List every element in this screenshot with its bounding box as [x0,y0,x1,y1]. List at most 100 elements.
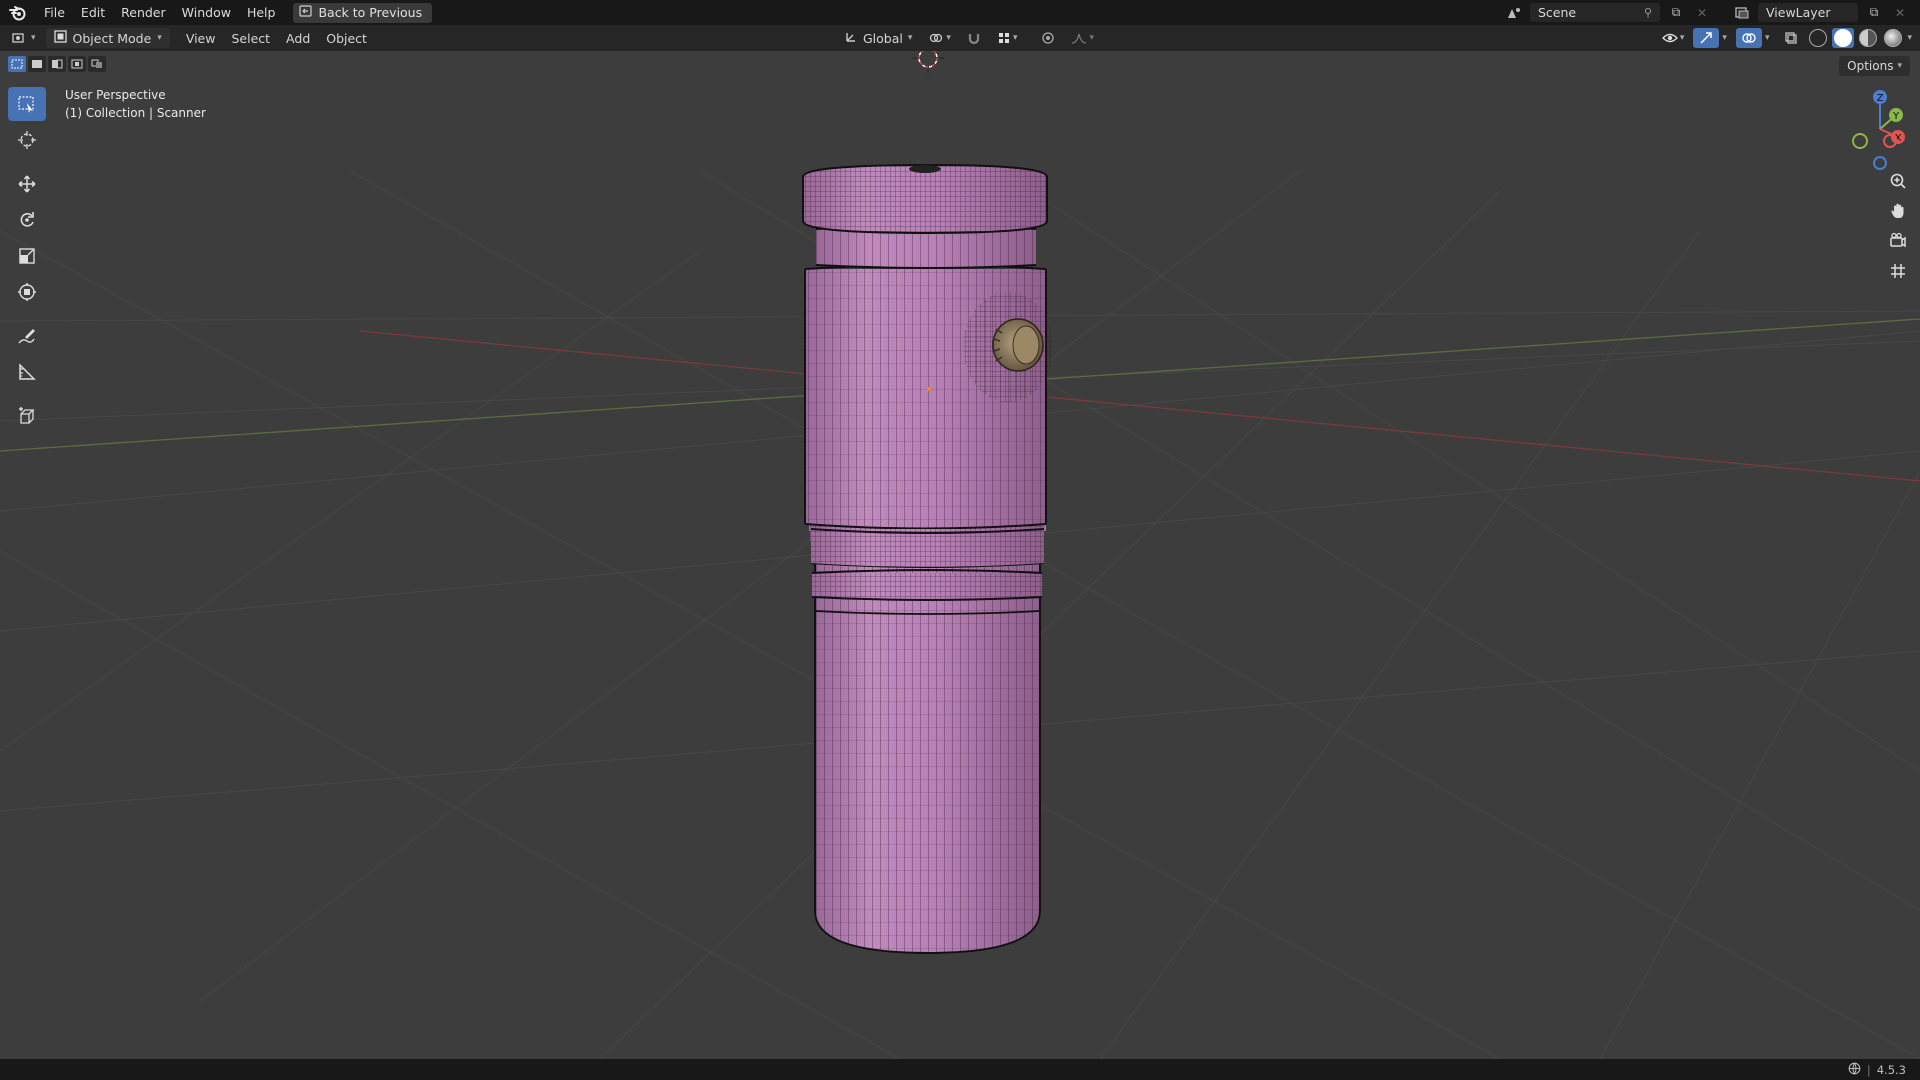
wireframe-shading-button[interactable] [1807,28,1829,48]
cursor-tool[interactable] [8,123,46,157]
menu-object[interactable]: Object [320,28,373,48]
select-extend-button[interactable] [28,56,46,72]
view-layer-name: ViewLayer [1766,5,1831,20]
zoom-icon[interactable] [1886,169,1910,193]
snap-toggle[interactable] [961,28,987,48]
select-box-tool[interactable] [8,87,46,121]
chevron-down-icon[interactable]: ▾ [1722,33,1727,43]
pivot-point-button[interactable]: ▾ [922,28,957,48]
3d-viewport[interactable]: User Perspective (1) Collection | Scanne… [0,51,1920,1059]
select-intersect-button[interactable] [88,56,106,72]
view-layer-selector[interactable]: ViewLayer [1758,3,1858,22]
gizmo-y-label: Y [1892,111,1900,122]
menu-window[interactable]: Window [174,0,239,25]
transform-icon [18,283,36,301]
annotate-tool[interactable] [8,319,46,353]
back-to-previous-label: Back to Previous [318,5,423,20]
delete-scene-icon[interactable]: ✕ [1692,3,1712,22]
select-subtract-button[interactable] [48,56,66,72]
snap-grid-icon [998,33,1009,43]
new-view-layer-icon[interactable]: ⧉ [1864,3,1884,22]
solid-shading-button[interactable] [1832,28,1855,48]
rotate-icon [20,212,34,227]
visibility-button[interactable]: ▾ [1656,28,1691,48]
gizmo-toggle[interactable] [1693,28,1720,48]
pan-hand-icon[interactable] [1886,199,1910,223]
xray-toggle[interactable] [1778,28,1804,48]
material-shading-button[interactable] [1857,28,1879,48]
version-separator: | [1866,1062,1871,1077]
menu-help[interactable]: Help [239,0,284,25]
solid-icon [1834,29,1853,47]
view-layer-icon[interactable] [1732,3,1752,22]
viewport-header: ▾ Object Mode ▾ View Select Add Object G… [0,25,1920,51]
new-scene-icon[interactable]: ⧉ [1666,3,1686,22]
transform-tool[interactable] [8,275,46,309]
menu-select[interactable]: Select [225,28,276,48]
gizmo-icon [1700,32,1713,44]
options-label: Options [1847,59,1894,73]
rotate-tool[interactable] [8,203,46,237]
add-cube-tool[interactable] [8,399,46,433]
delete-view-layer-icon[interactable]: ✕ [1890,3,1910,22]
scale-tool[interactable] [8,239,46,273]
orientation-icon [844,30,858,47]
back-to-previous-button[interactable]: Back to Previous [293,2,433,23]
blender-logo-icon[interactable] [0,0,36,25]
menu-render[interactable]: Render [113,0,174,25]
scene-icon[interactable] [1504,3,1524,22]
navigation-gizmo[interactable]: Z Y X [1848,81,1908,171]
editor-type-icon [12,33,24,43]
ortho-grid-icon[interactable] [1886,259,1910,283]
xray-icon [1785,32,1798,44]
menu-edit[interactable]: Edit [73,0,113,25]
viewport-scene [0,51,1920,1059]
proportional-editing-toggle[interactable] [1035,28,1061,48]
scene-selector[interactable]: Scene ⚲ [1530,3,1660,22]
viewport-display-controls: ▾ ▾ ▾ ▾ [1656,28,1912,48]
object-mode-icon [53,30,67,46]
eye-icon [1661,33,1678,43]
overlays-toggle[interactable] [1735,28,1762,48]
snap-target-button[interactable]: ▾ [991,28,1024,48]
object-mode-dropdown[interactable]: Object Mode ▾ [45,28,170,48]
material-icon [1859,29,1878,47]
gizmo-neg-y-axis [1852,133,1868,149]
select-box-icon [18,96,34,113]
rendered-icon [1884,29,1903,47]
status-bar: | 4.5.3 [0,1059,1920,1080]
wireframe-icon [1809,29,1828,47]
falloff-button[interactable]: ▾ [1065,28,1100,48]
chevron-down-icon[interactable]: ▾ [1907,33,1912,43]
cursor-icon [18,131,36,149]
rendered-shading-button[interactable] [1882,28,1904,48]
chevron-down-icon: ▾ [1897,61,1902,71]
knob [992,318,1044,372]
transform-orientation-dropdown[interactable]: Global ▾ [838,28,918,48]
chevron-down-icon[interactable]: ▾ [1765,33,1770,43]
select-box-new-button[interactable] [8,56,26,72]
move-icon [18,175,36,193]
move-tool[interactable] [8,167,46,201]
editor-type-button[interactable]: ▾ [6,28,42,48]
tool-shelf [8,87,46,433]
menu-view[interactable]: View [180,28,222,48]
measure-tool[interactable] [8,355,46,389]
collection-info: (1) Collection | Scanner [65,106,206,120]
3d-cursor [912,51,944,74]
select-invert-button[interactable] [68,56,86,72]
menu-file[interactable]: File [36,0,73,25]
scale-icon [19,248,35,264]
camera-view-icon[interactable] [1886,229,1910,253]
globe-icon [1848,1062,1861,1078]
gizmo-z-label: Z [1877,93,1884,104]
perspective-label: User Perspective [65,88,166,102]
scene-name: Scene [1538,5,1577,20]
back-icon [299,5,313,20]
object-origin [927,387,931,391]
menu-add[interactable]: Add [280,28,316,48]
pin-icon[interactable]: ⚲ [1644,6,1652,19]
chevron-down-icon: ▾ [907,33,913,43]
pivot-icon [930,33,943,43]
options-dropdown[interactable]: Options ▾ [1839,56,1910,76]
